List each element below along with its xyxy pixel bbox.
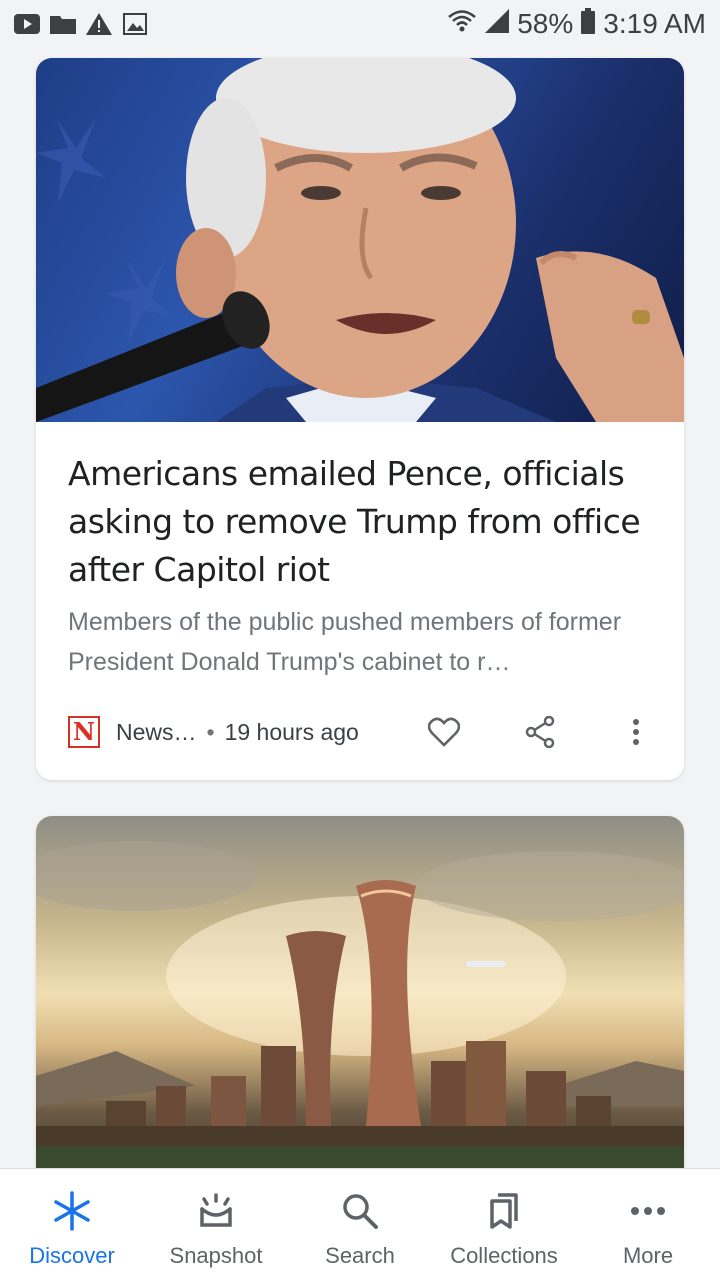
- nav-snapshot-label: Snapshot: [169, 1243, 263, 1268]
- article-time: 19 hours ago: [224, 718, 359, 745]
- nav-discover[interactable]: Discover: [0, 1169, 144, 1281]
- status-right: 58% 3:19 AM: [447, 7, 706, 41]
- nav-collections-label: Collections: [450, 1243, 558, 1268]
- nav-search[interactable]: Search: [288, 1169, 432, 1281]
- folder-icon: [50, 12, 76, 36]
- publisher-name[interactable]: News…: [116, 719, 197, 746]
- clock: 3:19 AM: [603, 8, 706, 39]
- battery-icon: [581, 7, 596, 41]
- meta-separator: •: [206, 718, 215, 745]
- search-icon: [343, 1194, 378, 1229]
- card-actions: [422, 710, 658, 754]
- news-card[interactable]: [36, 816, 684, 1186]
- battery-percent: 58%: [517, 8, 574, 39]
- bottom-navigation: Discover Snapshot Search Collections Mor…: [0, 1168, 720, 1281]
- collections-icon: [490, 1193, 518, 1229]
- wifi-icon: [447, 8, 477, 40]
- share-button[interactable]: [518, 710, 562, 754]
- article-meta: N News… • 19 hours ago: [68, 714, 658, 750]
- nav-discover-label: Discover: [29, 1243, 115, 1268]
- publisher-logo: N: [68, 716, 100, 748]
- nav-search-label: Search: [325, 1243, 395, 1268]
- status-left-icons: [14, 12, 148, 36]
- more-vert-icon: [633, 719, 639, 745]
- nav-more[interactable]: More: [576, 1169, 720, 1281]
- news-card[interactable]: Americans emailed Pence, officials askin…: [36, 58, 684, 780]
- nav-collections[interactable]: Collections: [432, 1169, 576, 1281]
- article-image[interactable]: [36, 58, 684, 422]
- youtube-icon: [14, 12, 40, 36]
- article-image[interactable]: [36, 816, 684, 1186]
- image-icon: [122, 12, 148, 36]
- signal-icon: [485, 8, 510, 40]
- nav-more-label: More: [622, 1243, 674, 1268]
- nav-snapshot[interactable]: Snapshot: [144, 1169, 288, 1281]
- asterisk-icon: [54, 1191, 90, 1231]
- like-button[interactable]: [422, 710, 466, 754]
- more-icon: [631, 1207, 665, 1215]
- overflow-menu-button[interactable]: [614, 710, 658, 754]
- article-headline[interactable]: Americans emailed Pence, officials askin…: [68, 450, 658, 594]
- share-icon: [525, 716, 555, 748]
- warning-icon: [86, 12, 112, 36]
- article-snippet[interactable]: Members of the public pushed members of …: [68, 602, 658, 682]
- status-bar: 58% 3:19 AM: [0, 0, 720, 48]
- heart-icon: [428, 717, 460, 747]
- snapshot-icon: [200, 1193, 232, 1227]
